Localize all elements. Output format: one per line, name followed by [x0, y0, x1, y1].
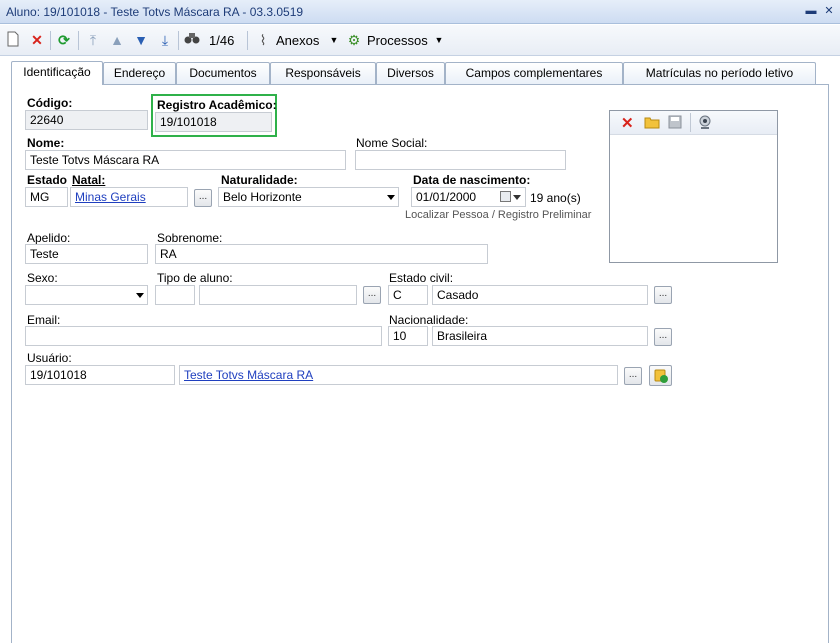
localizar-pessoa-link[interactable]: Localizar Pessoa / Registro Preliminar	[405, 209, 591, 221]
estado-civil-code-field[interactable]: C	[388, 285, 428, 305]
edit-usuario-button[interactable]	[649, 365, 672, 386]
tab-identificacao[interactable]: Identificação	[11, 61, 103, 85]
tab-diversos[interactable]: Diversos	[376, 62, 445, 84]
next-record-icon[interactable]: ▼	[132, 31, 150, 49]
toolbar-separator	[50, 31, 51, 50]
data-nascimento-field[interactable]: 01/01/2000	[411, 187, 526, 207]
refresh-icon[interactable]: ⟳	[55, 31, 73, 49]
estado-natal-field[interactable]: Minas Gerais	[70, 187, 188, 207]
minimize-icon[interactable]: ▬	[804, 4, 818, 18]
processes-icon[interactable]: ⚙	[345, 31, 363, 49]
nacionalidade-code-field[interactable]: 10	[388, 326, 428, 346]
open-folder-icon[interactable]	[644, 115, 661, 132]
email-label: Email:	[27, 313, 61, 327]
data-nascimento-value: 01/01/2000	[416, 190, 477, 204]
natal-label[interactable]: Natal:	[72, 173, 105, 187]
toolbar-separator	[78, 31, 79, 50]
tipo-aluno-desc-field[interactable]	[199, 285, 357, 305]
chevron-down-icon[interactable]	[136, 293, 144, 298]
nome-social-field[interactable]	[355, 150, 566, 170]
photo-toolbar: ✕	[610, 111, 777, 135]
estado-civil-label: Estado civil:	[389, 271, 454, 285]
naturalidade-label: Naturalidade:	[221, 173, 298, 187]
nacionalidade-desc-field[interactable]: Brasileira	[432, 326, 648, 346]
last-record-icon[interactable]: ⤓	[156, 31, 174, 49]
sexo-label: Sexo:	[27, 271, 58, 285]
codigo-label: Código:	[27, 96, 73, 110]
toolbar-separator	[247, 31, 248, 50]
first-record-icon[interactable]: ⤒	[84, 31, 102, 49]
sobrenome-label: Sobrenome:	[157, 231, 223, 245]
nacionalidade-label: Nacionalidade:	[389, 313, 469, 327]
tab-responsaveis[interactable]: Responsáveis	[270, 62, 376, 84]
save-photo-icon[interactable]	[668, 115, 682, 132]
webcam-icon[interactable]	[698, 115, 712, 133]
previous-record-icon[interactable]: ▲	[108, 31, 126, 49]
paperclip-icon[interactable]: ⌇	[254, 31, 272, 49]
photo-panel: ✕	[609, 110, 778, 263]
estado-civil-desc-field[interactable]: Casado	[432, 285, 648, 305]
tab-endereco[interactable]: Endereço	[103, 62, 176, 84]
data-nascimento-label: Data de nascimento:	[413, 173, 531, 187]
processos-menu[interactable]: Processos	[367, 33, 428, 48]
tab-campos-complementares[interactable]: Campos complementares	[445, 62, 623, 84]
lookup-usuario-button[interactable]: ...	[624, 367, 642, 385]
nome-social-label: Nome Social:	[356, 136, 428, 150]
email-field[interactable]	[25, 326, 382, 346]
tipo-aluno-code-field[interactable]	[155, 285, 195, 305]
chevron-down-icon[interactable]: ▼	[430, 31, 448, 49]
record-counter: 1/46	[209, 33, 235, 48]
lookup-estado-civil-button[interactable]: ...	[654, 286, 672, 304]
main-toolbar: ✕ ⟳ ⤒ ▲ ▼ ⤓ 1/46 ⌇ Anexos ▼ ⚙ Processos …	[0, 25, 840, 56]
anexos-menu[interactable]: Anexos	[276, 33, 319, 48]
lookup-estado-button[interactable]: ...	[194, 189, 212, 207]
codigo-field: 22640	[25, 110, 148, 130]
chevron-down-icon[interactable]: ▼	[325, 31, 343, 49]
apelido-label: Apelido:	[27, 231, 71, 245]
naturalidade-value: Belo Horizonte	[223, 190, 302, 204]
usuario-code-field[interactable]: 19/101018	[25, 365, 175, 385]
delete-icon[interactable]: ✕	[28, 31, 46, 49]
lookup-tipo-aluno-button[interactable]: ...	[363, 286, 381, 304]
chevron-down-icon[interactable]	[387, 195, 395, 200]
chevron-down-icon[interactable]	[513, 195, 521, 200]
usuario-name-field[interactable]: Teste Totvs Máscara RA	[179, 365, 618, 385]
nome-label: Nome:	[27, 136, 65, 150]
registro-academico-label: Registro Acadêmico:	[157, 98, 277, 112]
toolbar-separator	[178, 31, 179, 50]
registro-academico-field[interactable]: 19/101018	[155, 112, 272, 132]
toolbar-separator	[690, 113, 691, 132]
window-title: Aluno: 19/101018 - Teste Totvs Máscara R…	[6, 5, 304, 19]
tipo-aluno-label: Tipo de aluno:	[157, 271, 233, 285]
usuario-label: Usuário:	[27, 351, 72, 365]
idade-text: 19 ano(s)	[530, 191, 581, 205]
close-window-icon[interactable]: ✕	[822, 4, 836, 18]
new-record-icon[interactable]	[4, 31, 22, 49]
sexo-select[interactable]	[25, 285, 148, 305]
binoculars-icon[interactable]	[183, 31, 201, 49]
nome-field[interactable]: Teste Totvs Máscara RA	[25, 150, 346, 170]
calendar-icon[interactable]	[500, 191, 511, 202]
tab-matriculas[interactable]: Matrículas no período letivo	[623, 62, 816, 84]
estado-label: Estado	[27, 173, 68, 187]
apelido-field[interactable]: Teste	[25, 244, 148, 264]
uf-field[interactable]: MG	[25, 187, 68, 207]
window-titlebar: Aluno: 19/101018 - Teste Totvs Máscara R…	[0, 0, 840, 24]
sobrenome-field[interactable]: RA	[155, 244, 488, 264]
user-edit-icon	[654, 369, 668, 383]
remove-photo-icon[interactable]: ✕	[621, 114, 634, 132]
lookup-nacionalidade-button[interactable]: ...	[654, 328, 672, 346]
tab-documentos[interactable]: Documentos	[176, 62, 270, 84]
naturalidade-select[interactable]: Belo Horizonte	[218, 187, 399, 207]
